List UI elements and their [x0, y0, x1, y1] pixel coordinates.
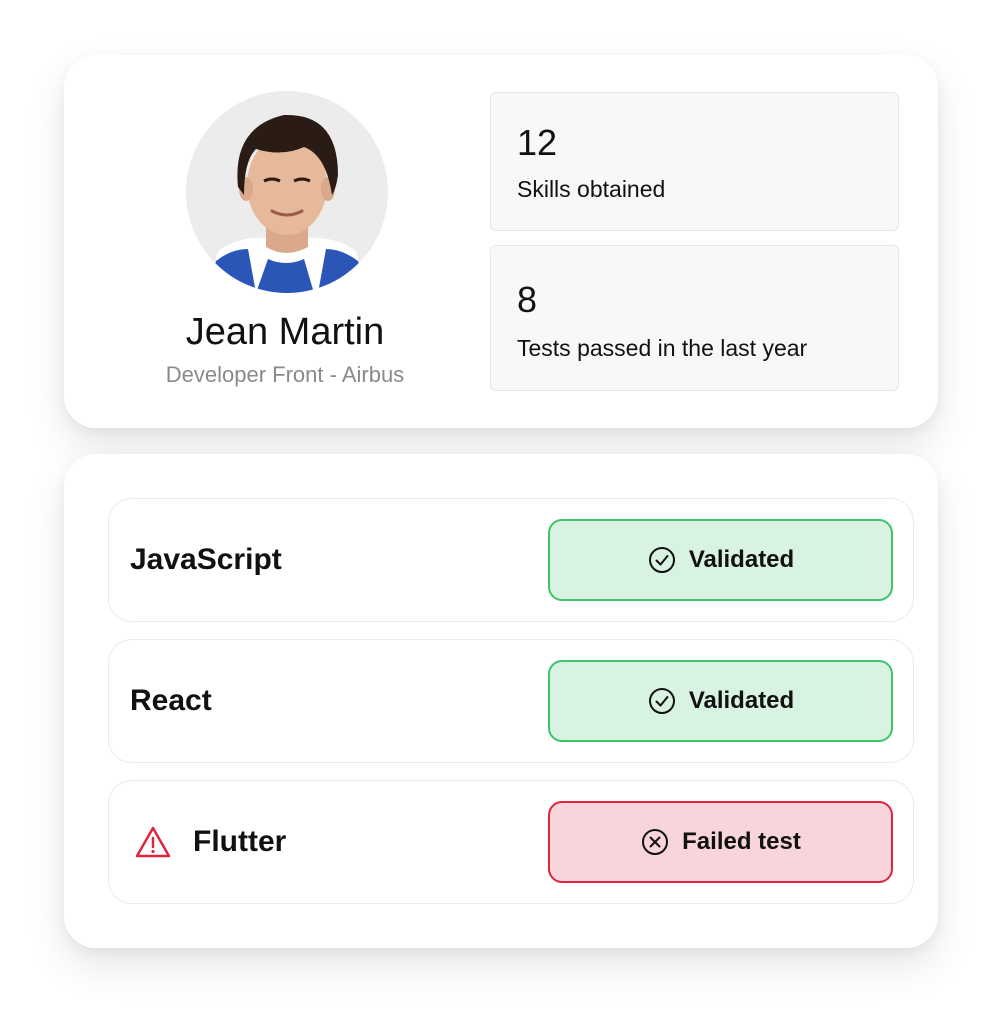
status-badge-validated[interactable]: Validated — [548, 660, 893, 742]
stat-value: 12 — [517, 122, 558, 163]
skill-name: JavaScript — [130, 543, 282, 576]
stat-label: Tests passed in the last year — [517, 335, 808, 361]
profile-photo — [186, 91, 388, 293]
skill-row-react[interactable]: React Validated — [108, 639, 914, 763]
avatar — [186, 91, 388, 293]
warning-triangle-icon — [135, 826, 171, 858]
stat-skills-obtained: 12 Skills obtained — [490, 92, 899, 231]
profile-name: Jean Martin — [185, 311, 385, 353]
skill-row-javascript[interactable]: JavaScript Validated — [108, 498, 914, 622]
status-label: Validated — [688, 687, 795, 714]
profile-role: Developer Front - Airbus — [165, 362, 405, 387]
check-circle-icon — [648, 688, 675, 714]
stat-value: 8 — [517, 279, 538, 320]
skill-row-flutter[interactable]: Flutter Failed test — [108, 780, 914, 904]
check-circle-icon — [648, 547, 675, 573]
stat-label: Skills obtained — [517, 176, 666, 202]
status-label: Validated — [688, 546, 795, 573]
profile-card: Jean Martin Developer Front - Airbus 12 … — [64, 55, 938, 428]
skill-name: Flutter — [193, 825, 287, 858]
x-circle-icon — [642, 829, 669, 855]
status-label: Failed test — [682, 828, 801, 855]
stat-tests-passed: 8 Tests passed in the last year — [490, 245, 899, 391]
status-badge-failed[interactable]: Failed test — [548, 801, 893, 883]
skill-name: React — [130, 684, 212, 717]
skills-card: JavaScript Validated React Validated Flu… — [64, 454, 938, 948]
status-badge-validated[interactable]: Validated — [548, 519, 893, 601]
